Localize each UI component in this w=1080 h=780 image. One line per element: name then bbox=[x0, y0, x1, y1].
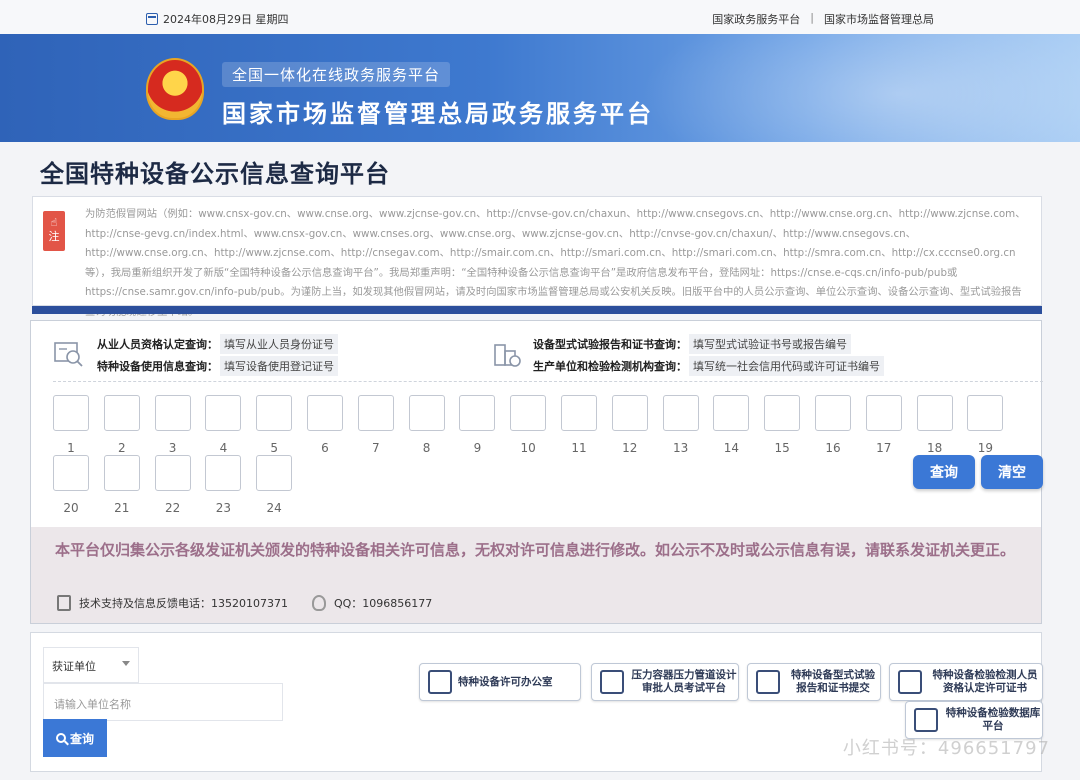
top-links: 国家政务服务平台 | 国家市场监督管理总局 bbox=[712, 11, 934, 27]
code-box-number: 19 bbox=[977, 441, 994, 455]
disclaimer-section: 本平台仅归集公示各级发证机关颁发的特种设备相关许可信息，无权对许可信息进行修改。… bbox=[31, 527, 1041, 623]
code-box-number: 3 bbox=[168, 441, 177, 455]
code-input-box-11[interactable] bbox=[561, 395, 597, 431]
code-box-number: 4 bbox=[219, 441, 228, 455]
code-input-box-9[interactable] bbox=[459, 395, 496, 431]
query-row-personnel: 从业人员资格认定查询： 填写从业人员身份证号 bbox=[97, 334, 338, 354]
person-search-icon bbox=[54, 342, 83, 367]
code-box-number: 2 bbox=[117, 441, 126, 455]
building-icon bbox=[494, 344, 521, 367]
search-icon bbox=[55, 733, 66, 743]
qq-icon bbox=[311, 595, 326, 611]
certificate-icon bbox=[898, 670, 922, 694]
code-box-number: 12 bbox=[622, 441, 638, 455]
code-input-box-18[interactable] bbox=[916, 395, 953, 431]
code-box-number: 22 bbox=[164, 501, 181, 515]
link-national-gov-service[interactable]: 国家政务服务平台 bbox=[712, 11, 800, 27]
code-input-box-15[interactable] bbox=[764, 395, 801, 431]
code-box-number: 1 bbox=[67, 441, 75, 455]
code-input-box-22[interactable] bbox=[154, 455, 191, 491]
query-search-button[interactable]: 查询 bbox=[913, 455, 975, 489]
banner-title: 国家市场监督管理总局政务服务平台 bbox=[222, 100, 654, 128]
link-samr[interactable]: 国家市场监督管理总局 bbox=[824, 11, 934, 27]
qq-label: QQ：1096856177 bbox=[333, 597, 433, 610]
code-input-box-20[interactable] bbox=[53, 455, 89, 491]
banner-subtitle: 全国一体化在线政务服务平台 bbox=[222, 62, 451, 87]
document-icon bbox=[428, 670, 452, 694]
code-input-box-10[interactable] bbox=[510, 395, 547, 431]
code-input-box-4[interactable] bbox=[205, 395, 242, 431]
code-input-box-13[interactable] bbox=[662, 395, 699, 431]
code-box-number: 15 bbox=[774, 441, 790, 455]
code-input-box-7[interactable] bbox=[357, 395, 394, 431]
notice-text: 为防范假冒网站（例如：www.cnsx-gov.cn、www.cnse.org、… bbox=[85, 208, 1026, 318]
link-pressure-exam[interactable]: 压力容器压力管道设计审批人员考试平台 bbox=[591, 663, 739, 701]
code-box-number: 6 bbox=[321, 441, 329, 455]
code-box-number: 7 bbox=[371, 441, 380, 455]
page-title: 全国特种设备公示信息查询平台 bbox=[40, 160, 390, 188]
database-icon bbox=[914, 708, 938, 732]
code-input-box-6[interactable] bbox=[307, 395, 343, 431]
code-box-number: 16 bbox=[825, 441, 841, 455]
watermark: 小红书号：496651797 bbox=[842, 738, 1050, 759]
query-panel: 从业人员资格认定查询： 填写从业人员身份证号 特种设备使用信息查询： 填写设备使用登… bbox=[30, 320, 1043, 624]
code-box-number: 14 bbox=[723, 441, 740, 455]
code-input-box-3[interactable] bbox=[154, 395, 191, 431]
link-type-test-submit[interactable]: 特种设备型式试验报告和证书提交 bbox=[747, 663, 881, 701]
code-input-box-14[interactable] bbox=[713, 395, 750, 431]
code-input-box-8[interactable] bbox=[408, 395, 445, 431]
code-box-number: 18 bbox=[926, 441, 943, 455]
link-license-office[interactable]: 特种设备许可办公室 bbox=[419, 663, 581, 701]
compass-icon bbox=[600, 670, 624, 694]
code-box-number: 11 bbox=[571, 441, 587, 455]
certificate-type-select[interactable]: 获证单位 bbox=[43, 647, 139, 683]
code-box-number: 23 bbox=[215, 501, 232, 515]
notice-tag-icon: ☝ 注 bbox=[43, 211, 65, 251]
query-divider bbox=[53, 381, 1043, 382]
cube-icon bbox=[756, 670, 780, 694]
code-box-number: 8 bbox=[422, 441, 431, 455]
link-inspector-cert[interactable]: 特种设备检验检测人员资格认定许可证书 bbox=[889, 663, 1043, 701]
query-row-manufacturer: 生产单位和检验检测机构查询： 填写统一社会信用代码或许可证书编号 bbox=[533, 356, 884, 376]
national-emblem-icon: ★ bbox=[146, 58, 204, 120]
code-input-box-12[interactable] bbox=[611, 395, 648, 431]
code-input-box-24[interactable] bbox=[256, 455, 293, 491]
header-banner: ★ 全国一体化在线政务服务平台 国家市场监督管理总局政务服务平台 bbox=[0, 34, 1080, 142]
code-box-number: 5 bbox=[270, 441, 278, 455]
date-display: 2024年08月29日 星期四 bbox=[146, 11, 289, 27]
unit-name-input[interactable]: 请输入单位名称 bbox=[43, 683, 283, 721]
code-input-box-1[interactable] bbox=[53, 395, 89, 431]
query-clear-button[interactable]: 清空 bbox=[981, 455, 1043, 489]
code-box-number: 17 bbox=[876, 441, 892, 455]
notice-divider-bar bbox=[32, 306, 1042, 314]
code-box-number: 21 bbox=[114, 501, 130, 515]
disclaimer-message: 本平台仅归集公示各级发证机关颁发的特种设备相关许可信息，无权对许可信息进行修改。… bbox=[55, 541, 1016, 559]
code-input-box-23[interactable] bbox=[205, 455, 242, 491]
phone-label: 技术支持及信息反馈电话：13520107371 bbox=[79, 597, 288, 610]
top-bar: 2024年08月29日 星期四 国家政务服务平台 | 国家市场监督管理总局 bbox=[0, 0, 1080, 34]
code-input-box-19[interactable] bbox=[967, 395, 1004, 431]
phone-icon bbox=[57, 595, 71, 611]
code-input-box-17[interactable] bbox=[865, 395, 902, 431]
code-box-number: 13 bbox=[672, 441, 689, 455]
code-box-number: 10 bbox=[520, 441, 536, 455]
anti-fraud-notice: ☝ 注 为防范假冒网站（例如：www.cnsx-gov.cn、www.cnse.o… bbox=[32, 196, 1042, 318]
date-text: 2024年08月29日 星期四 bbox=[163, 13, 289, 26]
unit-search-button[interactable]: 查询 bbox=[43, 719, 107, 757]
link-separator: | bbox=[810, 11, 814, 24]
code-box-number: 9 bbox=[473, 441, 482, 455]
chevron-down-icon bbox=[122, 661, 130, 666]
code-input-box-2[interactable] bbox=[103, 395, 140, 431]
calendar-icon bbox=[146, 13, 158, 25]
query-row-type-test: 设备型式试验报告和证书查询： 填写型式试验证书号或报告编号 bbox=[533, 334, 851, 354]
code-box-number: 24 bbox=[266, 501, 282, 515]
query-row-equipment: 特种设备使用信息查询： 填写设备使用登记证号 bbox=[97, 356, 338, 376]
code-input-box-5[interactable] bbox=[256, 395, 293, 431]
code-input-box-21[interactable] bbox=[103, 455, 140, 491]
contact-info: 技术支持及信息反馈电话：13520107371 QQ：1096856177 bbox=[57, 595, 432, 611]
code-box-number: 20 bbox=[63, 501, 79, 515]
code-input-box-16[interactable] bbox=[815, 395, 851, 431]
